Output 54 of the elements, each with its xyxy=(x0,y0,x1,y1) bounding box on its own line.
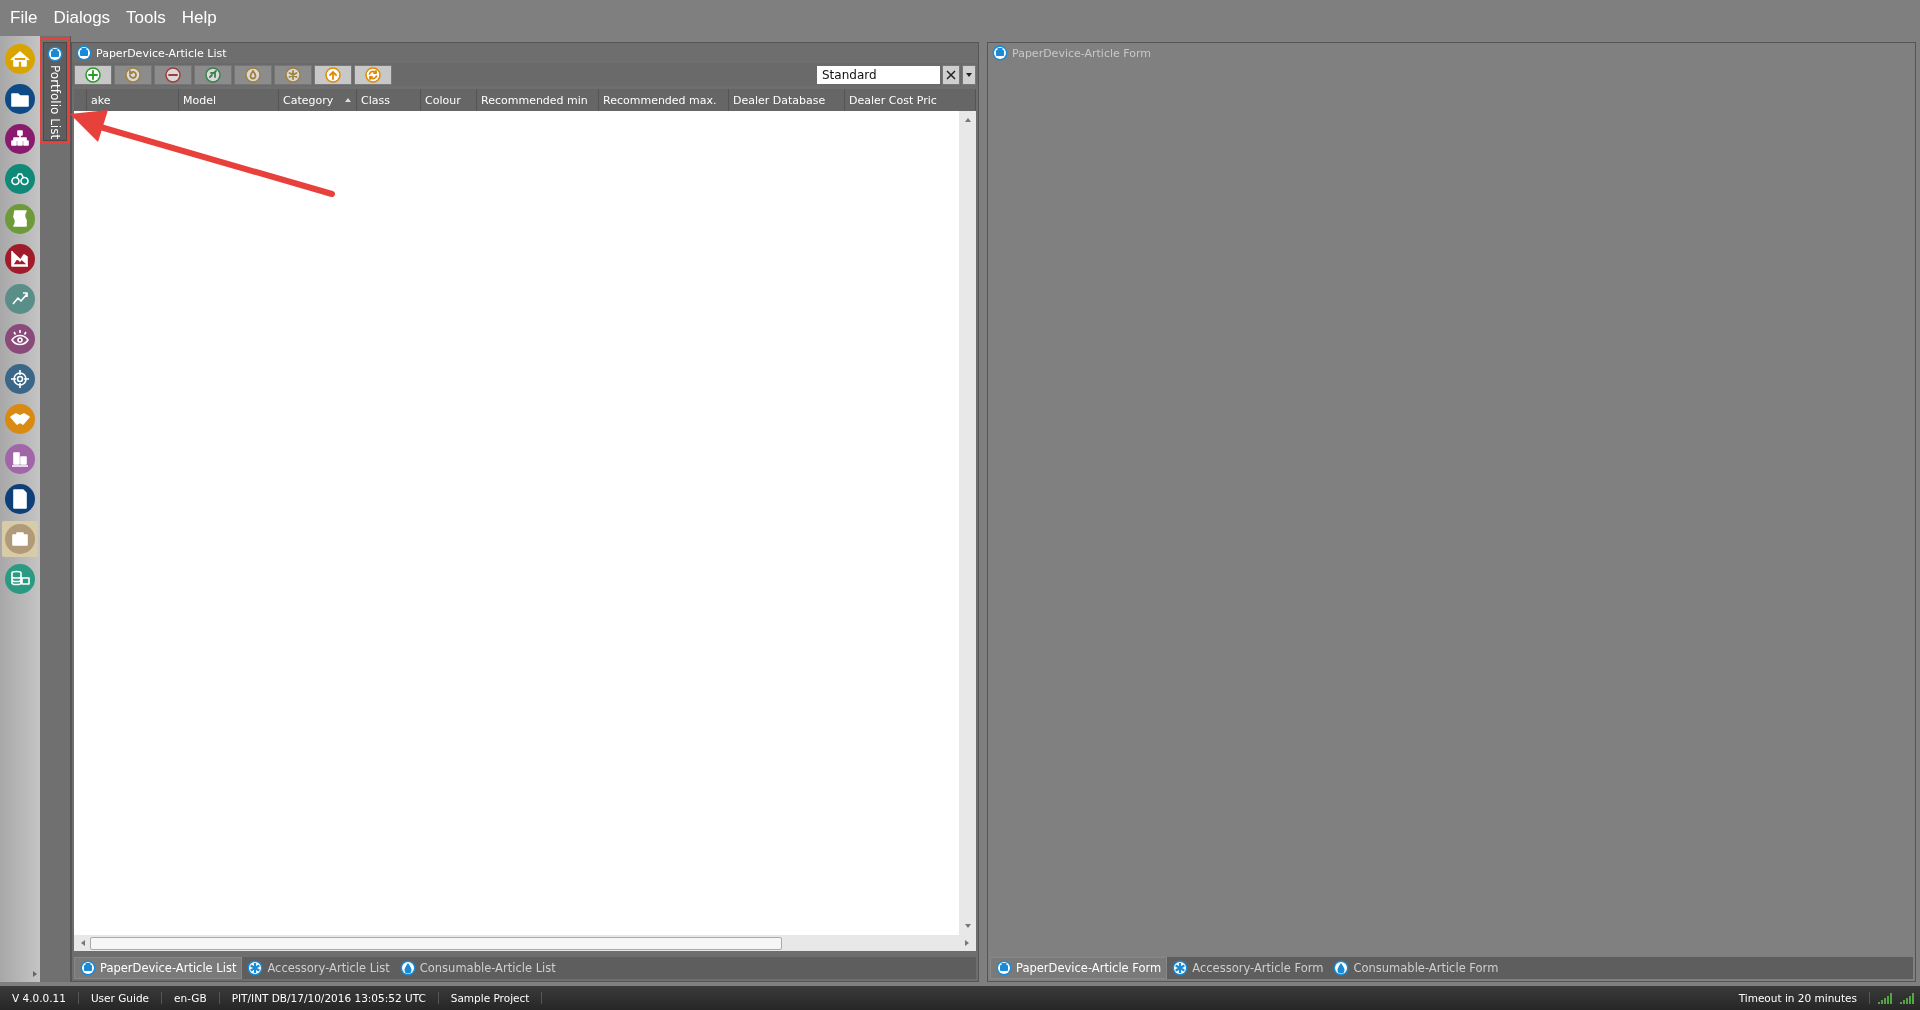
printer-icon xyxy=(76,45,92,61)
view-select[interactable]: Standard xyxy=(817,65,940,84)
right-arrow-icon[interactable] xyxy=(964,939,970,947)
tab[interactable]: Consumable-Article List xyxy=(394,957,561,979)
menu-item[interactable]: Help xyxy=(181,8,217,28)
close-icon xyxy=(946,69,956,80)
panel-title: PaperDevice-Article Form xyxy=(1012,46,1151,60)
drop-icon xyxy=(399,960,416,976)
printer-icon xyxy=(996,960,1012,976)
scroll-thumb[interactable] xyxy=(90,936,782,950)
printer-icon xyxy=(992,45,1008,61)
minus-icon xyxy=(165,66,181,83)
drop-icon xyxy=(1333,960,1350,976)
vertical-scrollbar[interactable] xyxy=(959,111,976,935)
status-item: User Guide xyxy=(78,992,163,1004)
toolbar-button[interactable] xyxy=(354,64,392,85)
dropdown-button[interactable] xyxy=(962,64,976,85)
signal-icon xyxy=(1878,991,1892,1005)
toolbar-button[interactable] xyxy=(314,64,352,85)
menu-item[interactable]: Dialogs xyxy=(53,8,111,28)
sort-arrow-icon xyxy=(344,97,352,103)
signal-icon xyxy=(1900,991,1914,1005)
tab[interactable]: PaperDevice-Article Form xyxy=(990,957,1168,979)
clear-button[interactable] xyxy=(942,64,960,85)
caret-icon xyxy=(965,71,973,78)
horizontal-scrollbar[interactable] xyxy=(74,935,976,951)
timeout-text: Timeout in 20 minutes xyxy=(1726,992,1870,1004)
printer-icon xyxy=(47,46,63,62)
drop-icon xyxy=(245,66,261,83)
toolbar-button[interactable] xyxy=(74,64,112,85)
asterisk-icon xyxy=(285,66,301,83)
asterisk-icon xyxy=(247,960,264,976)
tab[interactable]: Accessory-Article Form xyxy=(1167,957,1329,979)
menu-item[interactable]: Tools xyxy=(126,8,166,28)
expand-arrow-icon[interactable] xyxy=(31,970,39,978)
tab[interactable]: Consumable-Article Form xyxy=(1328,957,1504,979)
down-arrow-icon[interactable] xyxy=(963,923,972,929)
asterisk-icon xyxy=(1172,960,1189,976)
status-item: PIT/INT DB/17/10/2016 13:05:52 UTC xyxy=(219,992,439,1004)
undo-icon xyxy=(125,66,141,83)
status-item: V 4.0.0.11 xyxy=(0,992,79,1004)
left-arrow-icon[interactable] xyxy=(80,939,86,947)
add-icon xyxy=(85,66,101,83)
tab[interactable]: Accessory-Article List xyxy=(242,957,395,979)
refresh-icon xyxy=(365,66,381,83)
link-icon xyxy=(205,66,221,83)
printer-icon xyxy=(80,960,96,976)
up-arrow-icon[interactable] xyxy=(963,117,972,123)
tab[interactable]: PaperDevice-Article List xyxy=(74,957,243,979)
panel-title: PaperDevice-Article List xyxy=(96,46,227,60)
status-item: en-GB xyxy=(162,992,220,1004)
status-item: Sample Project xyxy=(438,992,543,1004)
menu-item[interactable]: File xyxy=(10,8,38,28)
portfolio-tab[interactable]: Portfolio List xyxy=(43,42,67,141)
